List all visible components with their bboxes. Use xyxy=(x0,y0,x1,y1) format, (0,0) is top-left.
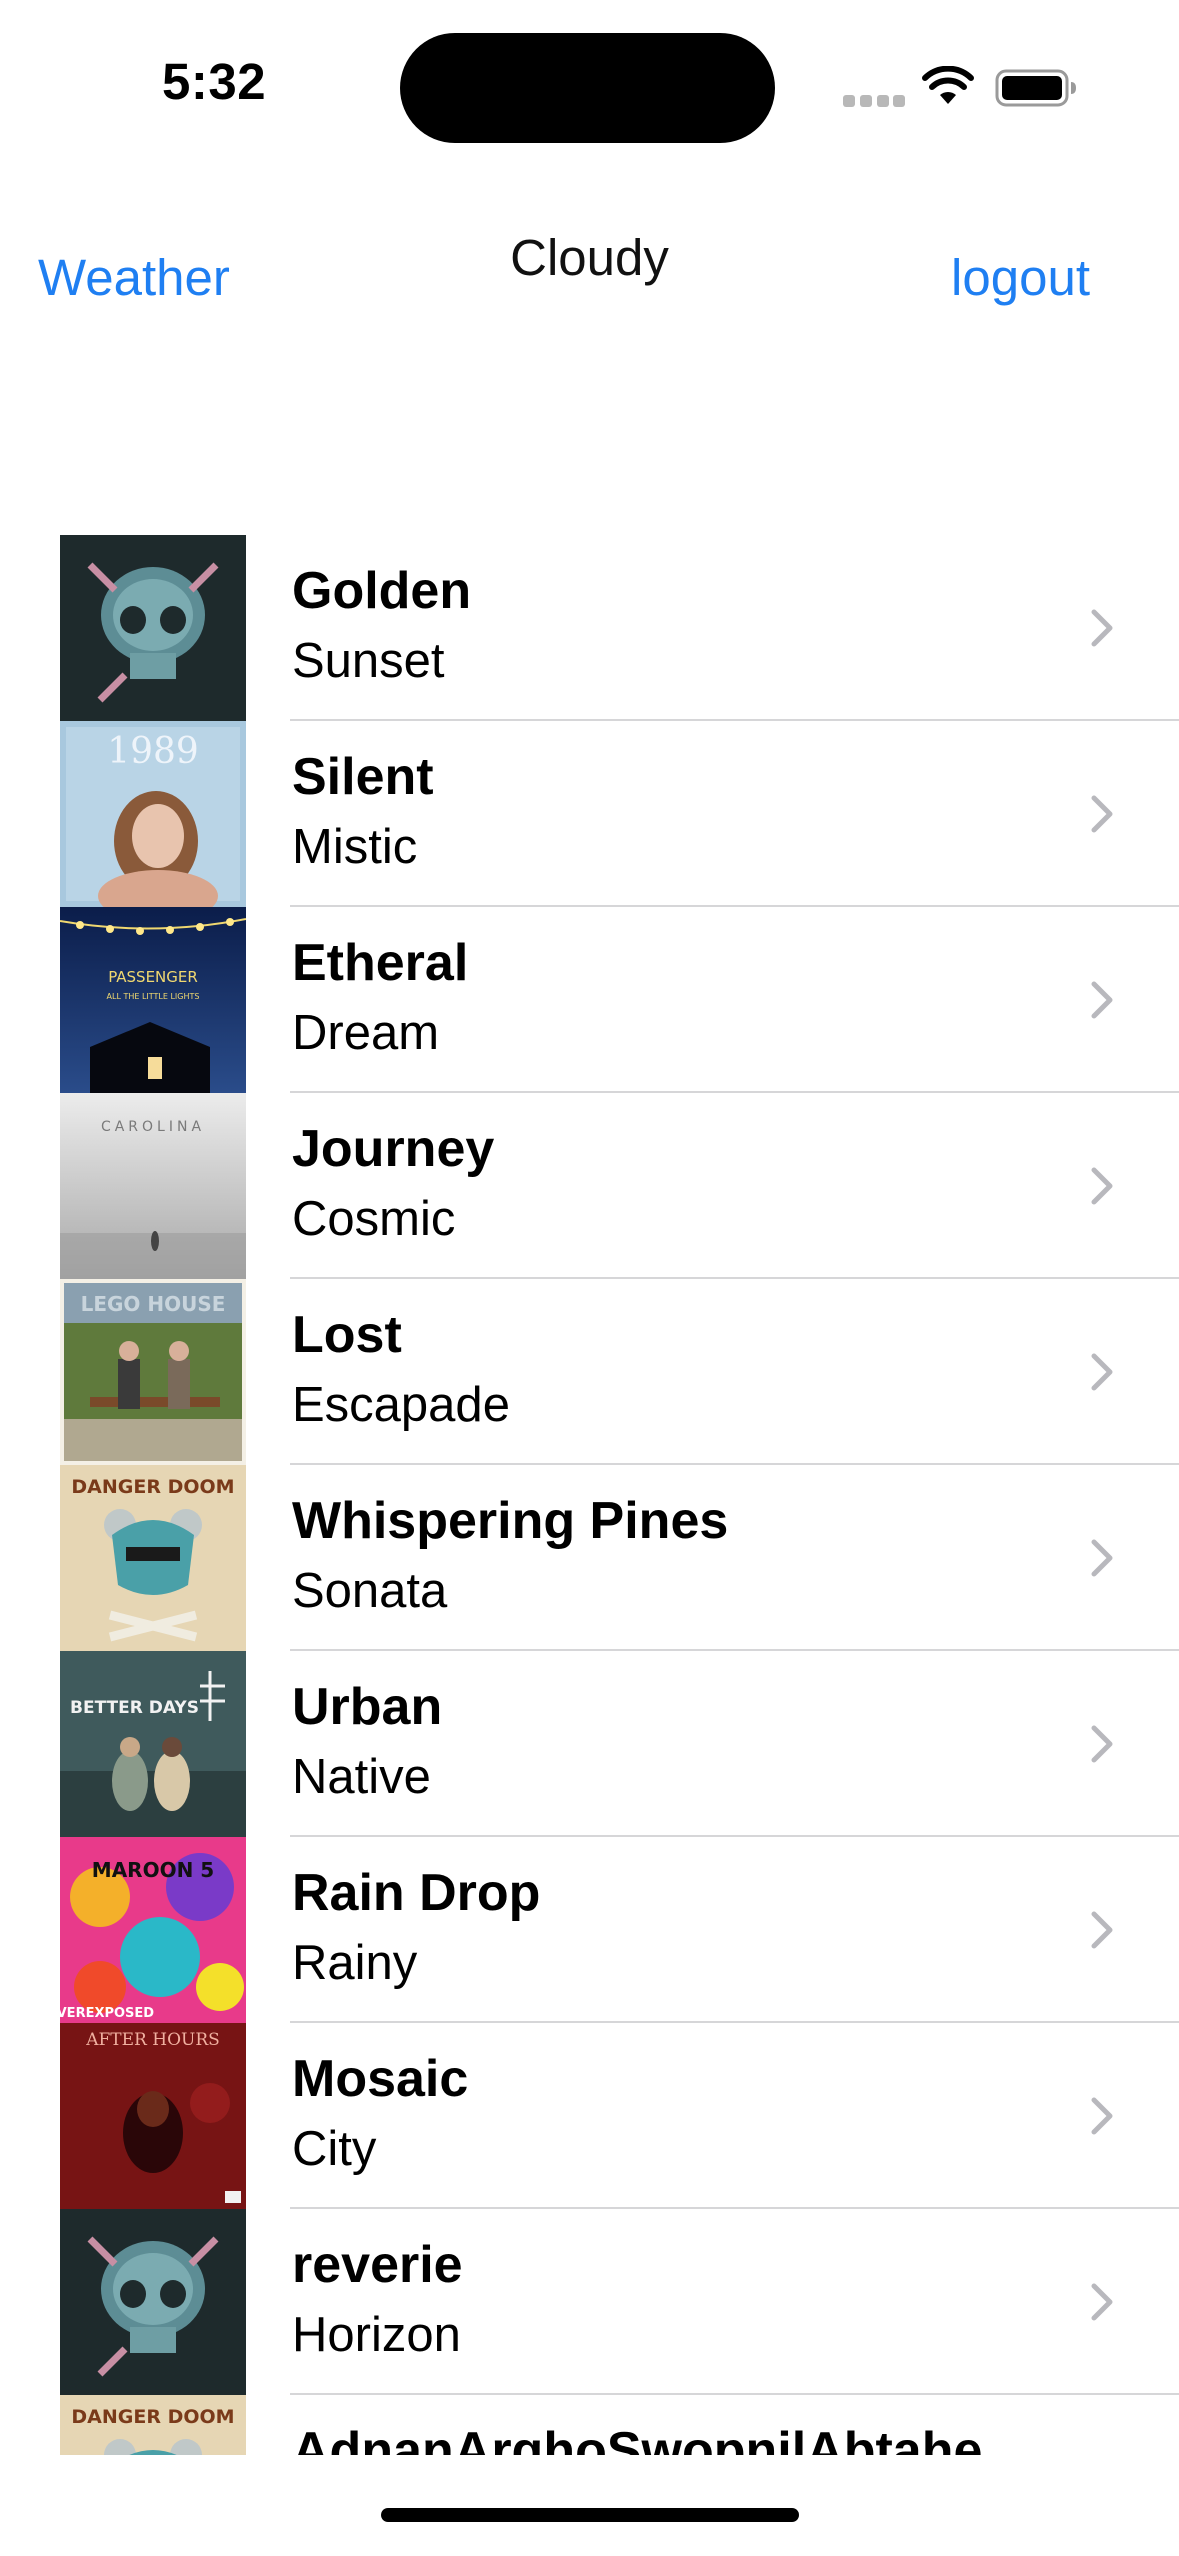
list-item[interactable]: reverie Horizon xyxy=(0,2209,1179,2395)
battery-icon xyxy=(995,69,1076,107)
svg-text:LEGO HOUSE: LEGO HOUSE xyxy=(81,1292,226,1316)
logout-button[interactable]: logout xyxy=(951,248,1090,307)
row-title: Journey xyxy=(292,1120,495,1178)
row-title: Urban xyxy=(292,1678,443,1736)
list-item[interactable]: LEGO HOUSE Lost Escapade xyxy=(0,1279,1179,1465)
svg-text:DANGER DOOM: DANGER DOOM xyxy=(71,2406,234,2428)
row-subtitle: Dream xyxy=(292,1006,440,1060)
chevron-right-icon xyxy=(1091,2097,1113,2135)
status-time: 5:32 xyxy=(162,53,267,110)
row-title: Whispering Pines xyxy=(292,1492,729,1550)
status-bar: 5:32 xyxy=(0,0,1179,180)
lego-house-bench-album-art: LEGO HOUSE xyxy=(60,1279,246,1465)
dynamic-island xyxy=(400,33,775,143)
svg-text:CAROLINA: CAROLINA xyxy=(101,1119,205,1135)
chevron-right-icon xyxy=(1091,2283,1113,2321)
better-days-album-art: BETTER DAYS xyxy=(60,1651,246,1837)
row-subtitle: Sunset xyxy=(292,634,445,688)
skull-crystal-album-art xyxy=(60,535,246,721)
song-list[interactable]: Golden Sunset 1989 Silent Mistic PASSENG… xyxy=(0,535,1179,2455)
row-title: AdnanArghoSwopnilAbtahe xyxy=(292,2422,983,2455)
chevron-right-icon xyxy=(1091,981,1113,1019)
list-item[interactable]: DANGER DOOM AdnanArghoSwopnilAbtahe xyxy=(0,2395,1179,2455)
chevron-right-icon xyxy=(1091,1167,1113,1205)
svg-text:DANGER DOOM: DANGER DOOM xyxy=(71,1476,234,1498)
skull-crystal-album-art xyxy=(60,2209,246,2395)
list-item[interactable]: CAROLINA Journey Cosmic xyxy=(0,1093,1179,1279)
svg-text:BETTER DAYS: BETTER DAYS xyxy=(70,1698,199,1718)
passenger-night-house-album-art: PASSENGER ALL THE LITTLE LIGHTS xyxy=(60,907,246,1093)
row-subtitle: Native xyxy=(292,1750,431,1804)
row-title: Golden xyxy=(292,562,472,620)
row-title: Etheral xyxy=(292,934,469,992)
chevron-right-icon xyxy=(1091,609,1113,647)
svg-text:ALL THE LITTLE LIGHTS: ALL THE LITTLE LIGHTS xyxy=(107,992,200,1001)
row-title: reverie xyxy=(292,2236,463,2294)
svg-text:MAROON 5: MAROON 5 xyxy=(92,1858,214,1882)
row-title: Lost xyxy=(292,1306,402,1364)
list-item[interactable]: MAROON 5 OVEREXPOSED Rain Drop Rainy xyxy=(0,1837,1179,2023)
row-subtitle: Sonata xyxy=(292,1564,448,1618)
row-title: Silent xyxy=(292,748,434,806)
svg-text:OVEREXPOSED: OVEREXPOSED xyxy=(60,2006,154,2021)
after-hours-red-album-art: AFTER HOURS xyxy=(60,2023,246,2209)
row-subtitle: Escapade xyxy=(292,1378,510,1432)
cellular-signal-icon xyxy=(843,95,905,107)
danger-doom-mask-album-art: DANGER DOOM xyxy=(60,2395,246,2455)
chevron-right-icon xyxy=(1091,1911,1113,1949)
chevron-right-icon xyxy=(1091,795,1113,833)
list-item[interactable]: BETTER DAYS Urban Native xyxy=(0,1651,1179,1837)
home-indicator[interactable] xyxy=(381,2508,799,2522)
danger-doom-mask-album-art: DANGER DOOM xyxy=(60,1465,246,1651)
row-subtitle: Cosmic xyxy=(292,1192,456,1246)
chevron-right-icon xyxy=(1091,1539,1113,1577)
row-title: Mosaic xyxy=(292,2050,469,2108)
list-item[interactable]: Golden Sunset xyxy=(0,535,1179,721)
chevron-right-icon xyxy=(1091,1353,1113,1391)
row-subtitle: Mistic xyxy=(292,820,418,874)
row-subtitle: City xyxy=(292,2122,377,2176)
1989-portrait-album-art: 1989 xyxy=(60,721,246,907)
list-item[interactable]: PASSENGER ALL THE LITTLE LIGHTS Etheral … xyxy=(0,907,1179,1093)
list-item[interactable]: AFTER HOURS Mosaic City xyxy=(0,2023,1179,2209)
svg-text:1989: 1989 xyxy=(107,731,199,772)
row-subtitle: Horizon xyxy=(292,2308,461,2362)
row-title: Rain Drop xyxy=(292,1864,541,1922)
overexposed-colorful-album-art: MAROON 5 OVEREXPOSED xyxy=(60,1837,246,2023)
svg-text:PASSENGER: PASSENGER xyxy=(108,968,198,986)
list-item[interactable]: 1989 Silent Mistic xyxy=(0,721,1179,907)
chevron-right-icon xyxy=(1091,1725,1113,1763)
wifi-icon xyxy=(922,66,974,104)
list-item[interactable]: DANGER DOOM Whispering Pines Sonata xyxy=(0,1465,1179,1651)
svg-text:AFTER HOURS: AFTER HOURS xyxy=(85,2030,220,2050)
carolina-foggy-field-album-art: CAROLINA xyxy=(60,1093,246,1279)
row-subtitle: Rainy xyxy=(292,1936,418,1990)
